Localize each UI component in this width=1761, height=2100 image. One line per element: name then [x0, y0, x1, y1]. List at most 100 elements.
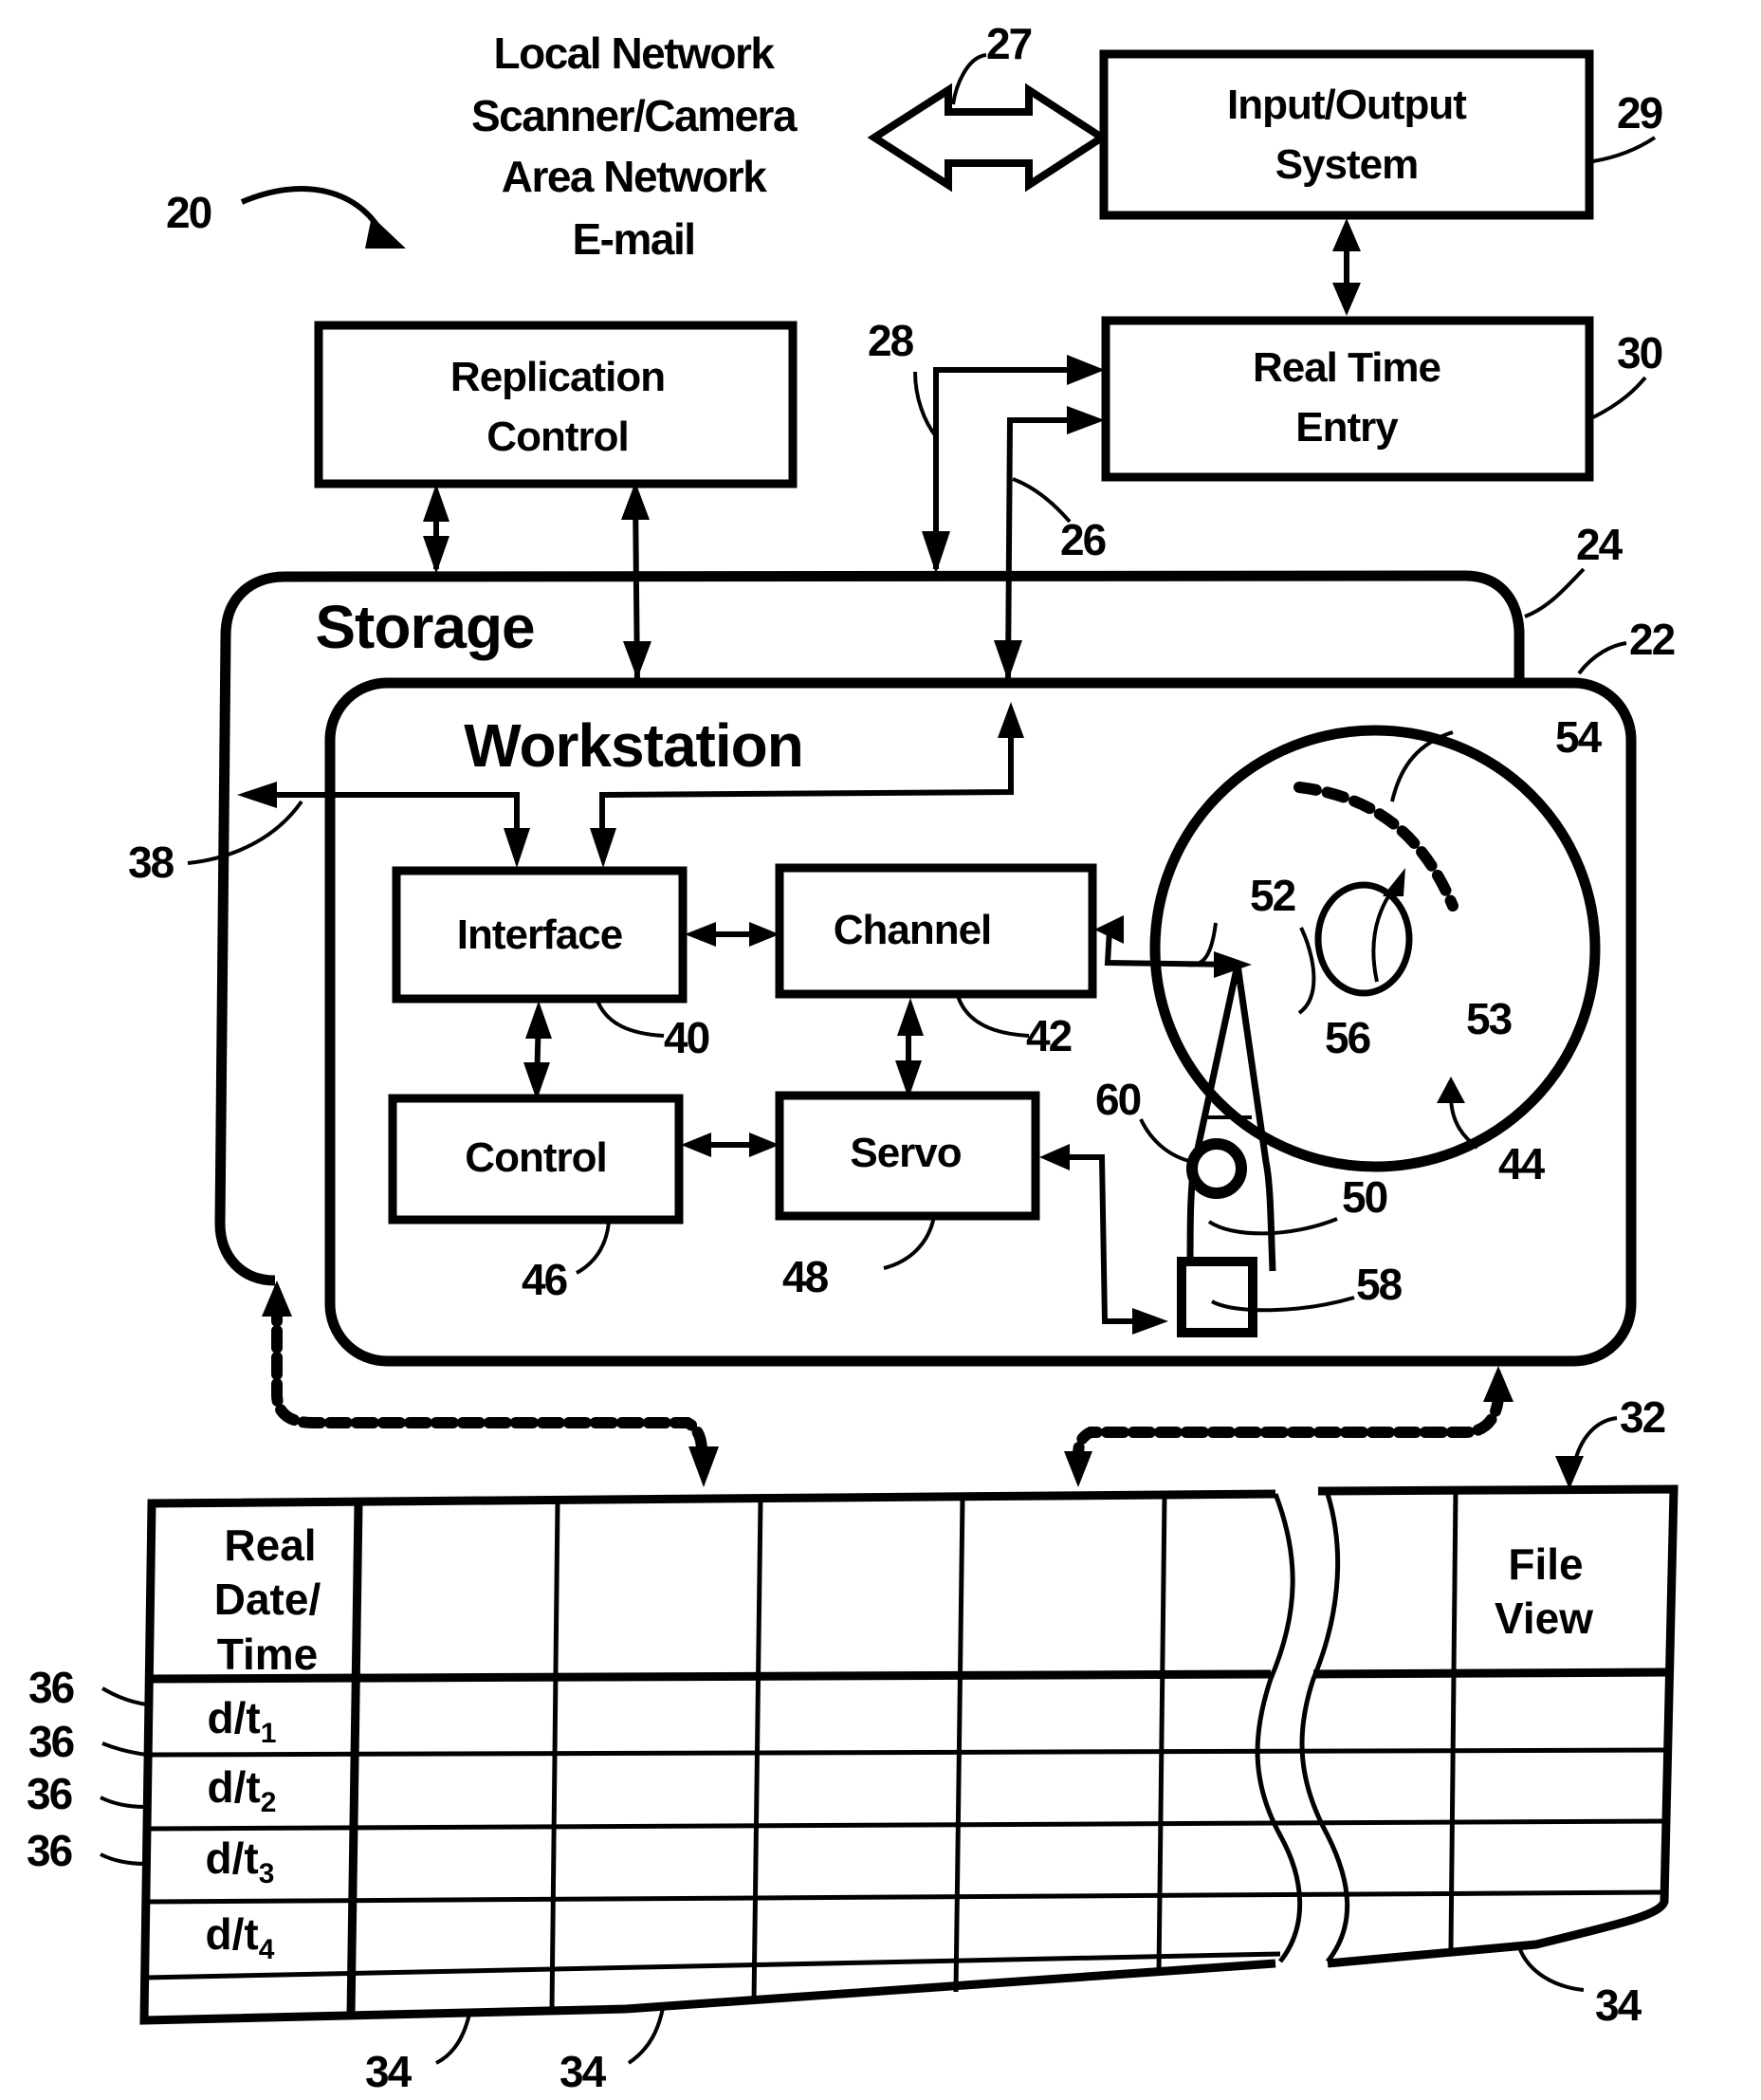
workstation-dashed-arrowhead-up: [1483, 1366, 1513, 1402]
table-col-6: [1448, 1490, 1458, 1950]
row-label-1: d/t1: [208, 1693, 277, 1749]
network-line-2: Scanner/Camera: [471, 91, 798, 140]
network-sources-label: Local Network Scanner/Camera Area Networ…: [471, 28, 798, 264]
ref-36-row-2-lead: [101, 1741, 148, 1757]
ref-60: 60: [1095, 1075, 1141, 1124]
ref-27-lead: [951, 53, 987, 105]
control-servo-arrowhead-left: [681, 1133, 711, 1157]
ref-22-lead: [1577, 641, 1627, 675]
table-col-1: [346, 1502, 363, 2017]
table-row-line-3: [145, 1889, 1666, 1905]
real-time-entry-line-1: Real Time: [1253, 344, 1440, 391]
interface-right-arrowhead: [590, 828, 616, 868]
line-38-arrowhead-left: [237, 782, 277, 808]
ref-38: 38: [128, 838, 174, 887]
servo-actuator-arrowhead-right: [1132, 1308, 1168, 1335]
interface-control-arrowhead-up: [525, 1001, 552, 1039]
servo-actuator-link: [1055, 1154, 1157, 1324]
ref-24-lead: [1524, 567, 1586, 618]
table-row-line-1: [149, 1747, 1670, 1758]
workstation-up-arrowhead: [998, 702, 1024, 738]
ref-32: 32: [1620, 1392, 1665, 1442]
line-28: [933, 367, 1067, 569]
storage-label: Storage: [315, 593, 534, 661]
ref-34-col-3: 34: [1595, 1980, 1642, 2030]
ref-26: 26: [1060, 515, 1106, 564]
ref-36-row-3-lead: [100, 1796, 146, 1809]
ref-28: 28: [868, 316, 914, 365]
network-line-1: Local Network: [494, 28, 776, 78]
workstation-label: Workstation: [464, 711, 803, 780]
ref-36-row-3: 36: [27, 1769, 72, 1818]
line-28-arrowhead-down: [922, 531, 950, 574]
interface-channel-arrowhead-left: [685, 922, 716, 947]
line-38: [275, 792, 520, 835]
ref-40: 40: [664, 1013, 709, 1062]
ref-34-col-3-lead: [1517, 1946, 1585, 1992]
replication-storage-arrowhead-up: [423, 484, 449, 522]
ref-29: 29: [1617, 88, 1662, 138]
ref-46: 46: [522, 1255, 567, 1304]
table-outer-left: [139, 1489, 1276, 2025]
replication-workstation-arrowhead-down: [623, 641, 651, 679]
table-break-right: [1299, 1493, 1350, 1963]
io-system-box: [1099, 49, 1594, 220]
ref-20-arrowhead: [365, 216, 406, 249]
table-col-2: [549, 1501, 560, 2012]
ref-40-lead: [596, 1000, 665, 1038]
header-real-date-time-line-1: Real: [224, 1520, 316, 1570]
ref-32-arrowhead: [1555, 1456, 1584, 1489]
ref-34-col-1: 34: [365, 2047, 413, 2096]
ref-44-arrowhead: [1437, 1077, 1465, 1103]
replication-control-line-2: Control: [486, 414, 628, 460]
ref-46-lead: [576, 1221, 611, 1275]
table-row: d/t2: [208, 1762, 277, 1818]
table-row: d/t3: [206, 1833, 275, 1889]
ref-56: 56: [1325, 1013, 1370, 1062]
ref-34-col-1-lead: [435, 2013, 471, 2065]
row-label-3-base: d/t: [206, 1833, 259, 1883]
ref-50: 50: [1342, 1172, 1387, 1222]
ref-48: 48: [782, 1252, 829, 1301]
table-col-5: [1156, 1495, 1167, 1976]
actuator-coil: [1177, 1257, 1257, 1337]
header-file-view-line-1: File: [1508, 1539, 1583, 1589]
header-real-date-time-line-2: Date/: [214, 1575, 321, 1624]
control-label: Control: [465, 1134, 606, 1181]
line-28-arrowhead-right: [1067, 355, 1105, 385]
io-system-line-2: System: [1275, 141, 1419, 188]
ref-27: 27: [986, 19, 1032, 68]
network-line-4: E-mail: [572, 214, 694, 264]
io-system-line-1: Input/Output: [1227, 82, 1467, 128]
ref-42: 42: [1026, 1011, 1072, 1060]
ref-20: 20: [166, 188, 211, 237]
row-label-1-base: d/t: [208, 1693, 261, 1742]
row-label-4: d/t4: [206, 1909, 275, 1965]
real-time-entry-line-2: Entry: [1295, 404, 1399, 451]
ref-34-col-2: 34: [559, 2047, 607, 2096]
table-break-left: [1255, 1493, 1303, 1963]
ref-38-lead: [187, 800, 303, 865]
header-file-view-line-2: View: [1495, 1593, 1593, 1643]
row-label-4-sub: 4: [259, 1934, 275, 1965]
ref-36-row-4: 36: [27, 1826, 72, 1875]
channel-label: Channel: [834, 907, 992, 953]
ref-53: 53: [1466, 994, 1512, 1043]
line-26-arrowhead-right: [1067, 406, 1105, 434]
table-dashed-arrowhead-2: [1064, 1451, 1092, 1487]
ref-58: 58: [1356, 1260, 1403, 1309]
header-real-date-time-line-3: Time: [217, 1630, 319, 1679]
storage-dashed-arrowhead-up: [262, 1280, 292, 1317]
ref-36-row-1-lead: [101, 1686, 148, 1706]
io-realtime-arrowhead-up: [1332, 218, 1361, 251]
table-header-separator-left: [151, 1669, 1272, 1684]
line-26-arrowhead-down: [994, 640, 1022, 681]
servo-label: Servo: [850, 1130, 961, 1176]
table-header-separator-right: [1312, 1667, 1672, 1679]
actuator-pivot: [1186, 1138, 1247, 1199]
line-26: [1005, 417, 1067, 679]
row-label-3: d/t3: [206, 1833, 275, 1889]
row-label-3-sub: 3: [259, 1858, 275, 1889]
io-realtime-arrowhead-down: [1332, 283, 1361, 316]
storage-table-dashed-link: [271, 1299, 707, 1457]
